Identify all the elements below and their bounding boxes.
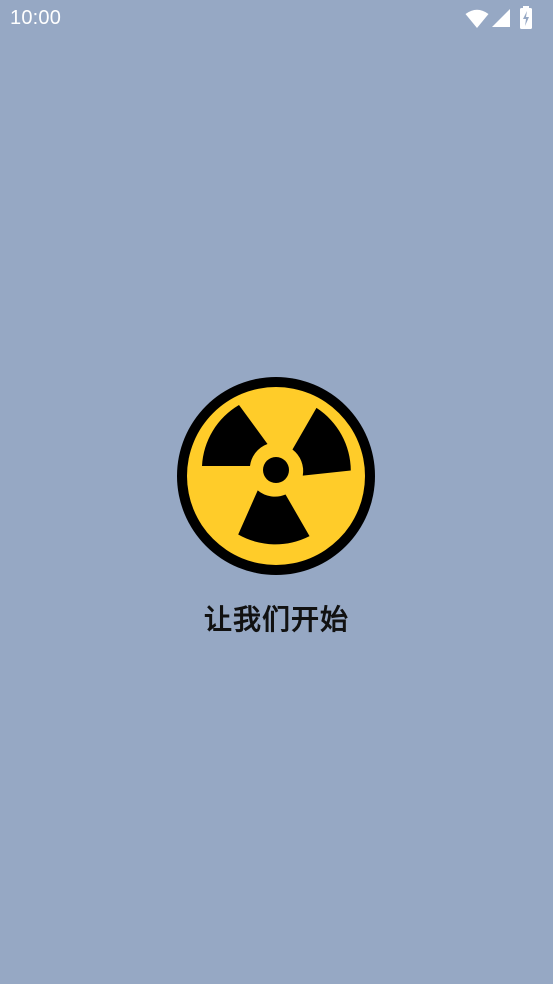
splash-screen: 10:00 让我们开始 bbox=[0, 0, 553, 984]
splash-content: 让我们开始 bbox=[0, 0, 553, 984]
radiation-icon bbox=[177, 377, 375, 575]
tagline: 让我们开始 bbox=[203, 603, 349, 636]
